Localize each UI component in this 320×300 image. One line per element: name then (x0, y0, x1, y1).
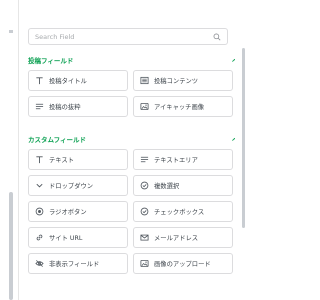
check-circle-icon (140, 207, 149, 216)
eye-slash-icon (35, 259, 44, 268)
image-icon (140, 259, 149, 268)
field-button-label: ドロップダウン (49, 183, 94, 190)
custom-fields-section: カスタムフィールド テキスト テキストエリアドロップダウン 複数選択ラジオボタン チェ… (28, 134, 235, 274)
field-button[interactable]: サイト URL (28, 227, 128, 248)
search-input[interactable]: Search Field (35, 33, 213, 41)
custom-fields-grid: テキスト テキストエリアドロップダウン 複数選択ラジオボタン チェックボックスサイト … (28, 149, 235, 274)
chevron-down-icon (35, 181, 44, 190)
field-button-label: 複数選択 (154, 183, 180, 190)
left-rail (0, 0, 19, 300)
search-field[interactable]: Search Field (28, 28, 228, 45)
section-title: カスタムフィールド (28, 136, 86, 144)
post-fields-grid: 投稿タイトル 投稿コンテンツ投稿の抜粋 アイキャッチ画像 (28, 70, 235, 117)
field-button-label: 画像のアップロード (154, 261, 211, 268)
field-button[interactable]: ラジオボタン (28, 201, 128, 222)
field-button[interactable]: メールアドレス (133, 227, 233, 248)
field-button[interactable]: テキストエリア (133, 149, 233, 170)
content-icon (140, 76, 149, 85)
field-panel: Search Field 投稿フィールド 投稿タイトル 投稿コンテンツ投稿の抜粋 ア… (19, 0, 235, 300)
field-button-label: 投稿タイトル (49, 78, 87, 85)
field-button-label: サイト URL (49, 235, 83, 242)
field-button[interactable]: 投稿コンテンツ (133, 70, 233, 91)
link-icon (35, 233, 44, 242)
field-button-label: ラジオボタン (49, 209, 87, 216)
field-button-label: 投稿の抜粋 (49, 104, 81, 111)
text-icon (35, 155, 44, 164)
radio-icon (35, 207, 44, 216)
textarea-icon (140, 155, 149, 164)
chevron-up-icon[interactable] (231, 136, 235, 143)
field-button-label: チェックボックス (154, 209, 205, 216)
field-button[interactable]: ドロップダウン (28, 175, 128, 196)
field-button[interactable]: テキスト (28, 149, 128, 170)
check-circle-icon (140, 181, 149, 190)
custom-fields-header[interactable]: カスタムフィールド (28, 134, 235, 144)
excerpt-icon (35, 102, 44, 111)
envelope-icon (140, 233, 149, 242)
post-fields-section: 投稿フィールド 投稿タイトル 投稿コンテンツ投稿の抜粋 アイキャッチ画像 (28, 55, 235, 117)
title-text-icon (35, 76, 44, 85)
field-button-label: 非表示フィールド (49, 261, 100, 268)
post-fields-header[interactable]: 投稿フィールド (28, 55, 235, 65)
left-rail-marker (9, 30, 13, 33)
field-button[interactable]: 投稿の抜粋 (28, 96, 128, 117)
field-button-label: テキスト (49, 157, 74, 164)
field-button[interactable]: チェックボックス (133, 201, 233, 222)
search-icon (213, 33, 221, 40)
field-button[interactable]: 非表示フィールド (28, 253, 128, 274)
field-button-label: テキストエリア (154, 157, 198, 164)
field-button[interactable]: 投稿タイトル (28, 70, 128, 91)
field-button[interactable]: 複数選択 (133, 175, 233, 196)
right-scrollbar-thumb[interactable] (242, 48, 245, 228)
section-title: 投稿フィールド (28, 57, 74, 65)
left-scrollbar[interactable] (9, 192, 13, 300)
field-button[interactable]: 画像のアップロード (133, 253, 233, 274)
chevron-up-icon[interactable] (231, 57, 235, 64)
image-icon (140, 102, 149, 111)
field-button-label: アイキャッチ画像 (154, 104, 205, 111)
field-button-label: 投稿コンテンツ (154, 78, 199, 85)
field-button[interactable]: アイキャッチ画像 (133, 96, 233, 117)
field-button-label: メールアドレス (154, 235, 199, 242)
